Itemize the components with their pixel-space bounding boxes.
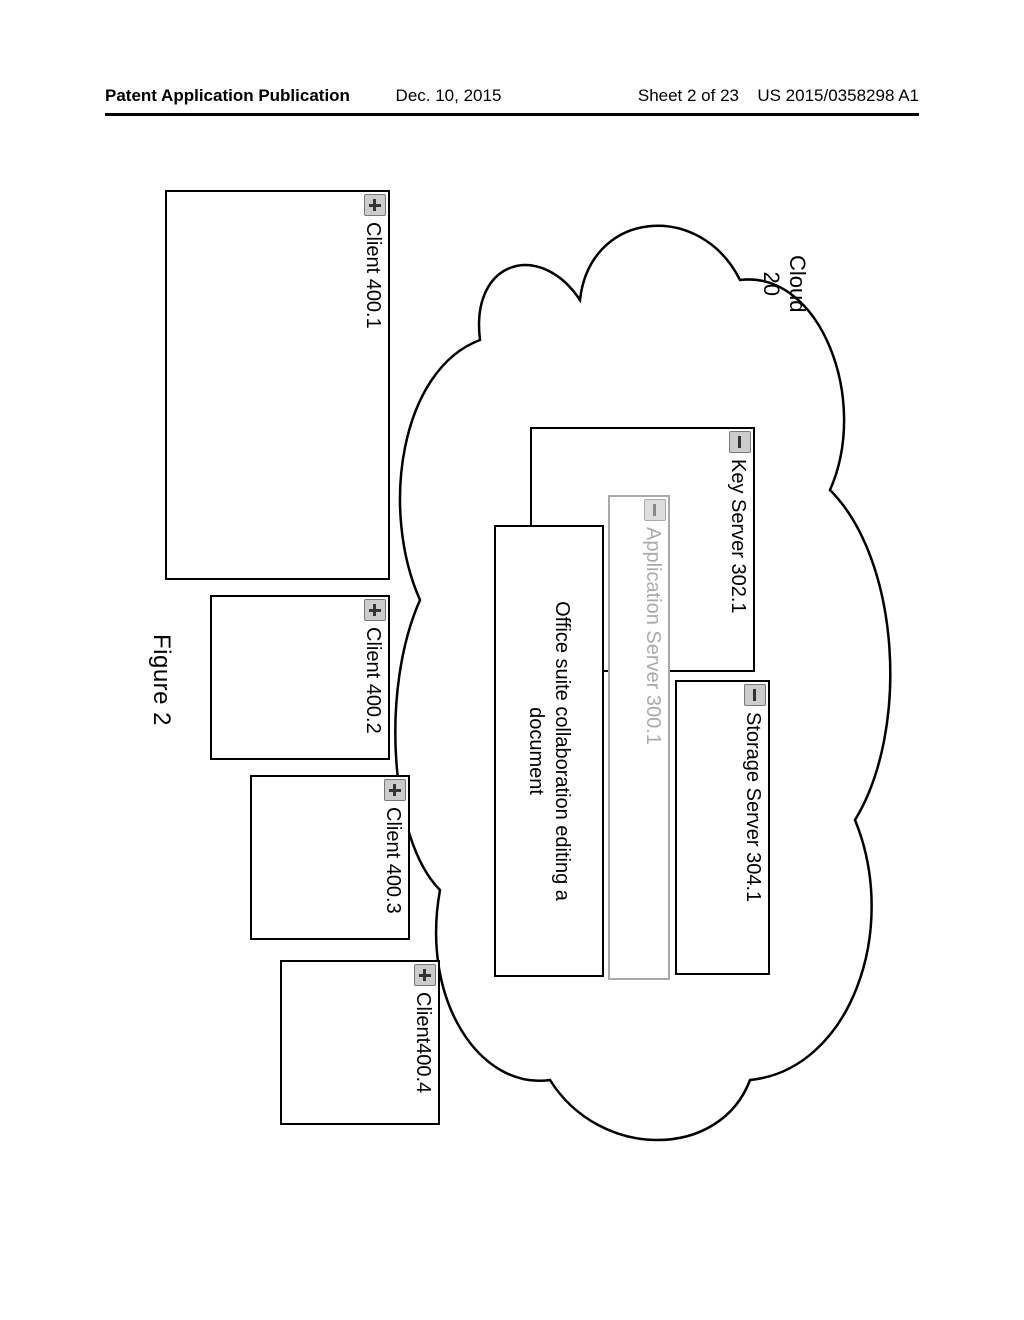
header-date: Dec. 10, 2015 xyxy=(396,86,502,106)
diagram-rotated: Cloud 20 Key Server 302.1 Storage Server… xyxy=(120,170,910,1190)
client-3-title: Client 400.3 xyxy=(381,807,404,914)
expand-icon xyxy=(414,964,436,986)
client-2-title: Client 400.2 xyxy=(361,627,384,734)
client-4-box: Client400.4 xyxy=(280,960,440,1125)
client-1-title: Client 400.1 xyxy=(361,222,384,329)
app-inner-line2: document xyxy=(523,527,549,975)
cloud-label-line1: Cloud xyxy=(784,255,810,312)
application-server-box: Application Server 300.1 xyxy=(608,495,670,980)
key-server-title: Key Server 302.1 xyxy=(726,459,749,662)
application-server-title: Application Server 300.1 xyxy=(641,527,664,745)
cloud-label: Cloud 20 xyxy=(757,255,810,312)
app-inner-line1: Office suite collaboration editing a xyxy=(549,527,575,975)
cloud-label-line2: 20 xyxy=(757,255,783,312)
client-1-box: Client 400.1 xyxy=(165,190,390,580)
figure-label: Figure 2 xyxy=(147,634,175,726)
application-server-inner: Office suite collaboration editing a doc… xyxy=(494,525,604,977)
collapse-icon xyxy=(729,431,751,453)
expand-icon xyxy=(364,194,386,216)
expand-icon xyxy=(384,779,406,801)
diagram-container: Cloud 20 Key Server 302.1 Storage Server… xyxy=(120,170,910,1190)
collapse-icon xyxy=(744,684,766,706)
header-pubno: US 2015/0358298 A1 xyxy=(757,86,919,106)
collapse-icon xyxy=(644,499,666,521)
page: Patent Application Publication Dec. 10, … xyxy=(0,0,1024,1320)
storage-server-title: Storage Server 304.1 xyxy=(741,712,764,965)
client-3-box: Client 400.3 xyxy=(250,775,410,940)
expand-icon xyxy=(364,599,386,621)
storage-server-box: Storage Server 304.1 xyxy=(675,680,770,975)
client-2-box: Client 400.2 xyxy=(210,595,390,760)
page-header: Patent Application Publication Dec. 10, … xyxy=(105,86,919,116)
client-4-title: Client400.4 xyxy=(411,992,434,1093)
header-sheet: Sheet 2 of 23 xyxy=(638,86,739,106)
header-left: Patent Application Publication xyxy=(105,86,350,106)
